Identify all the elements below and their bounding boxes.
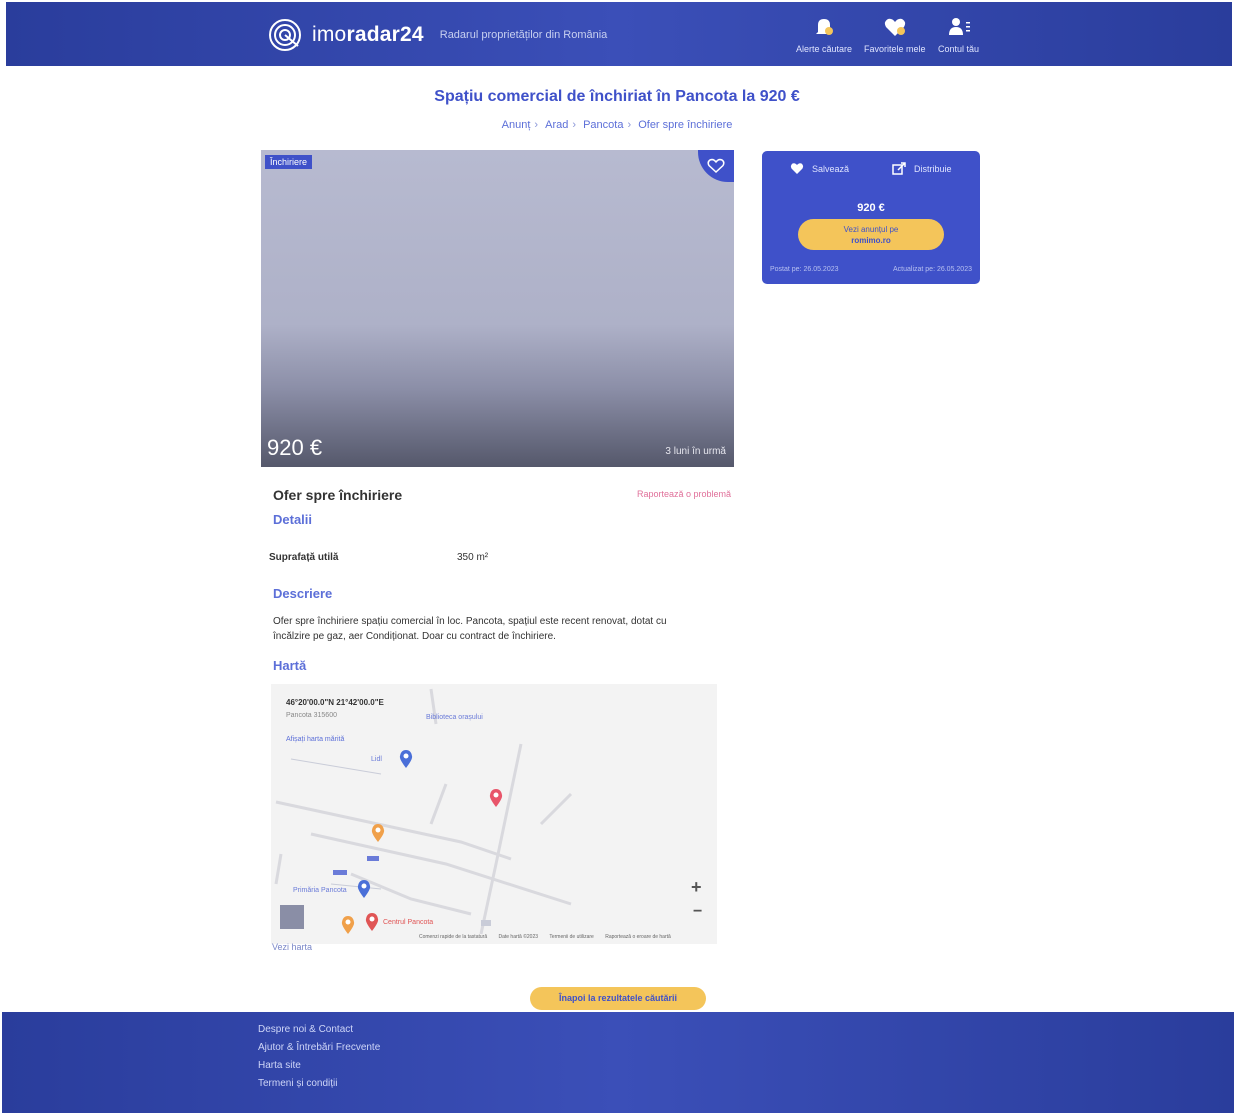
share-button[interactable]: Distribuie (892, 162, 952, 175)
user-icon (948, 18, 970, 35)
favorites-button[interactable]: Favoritele mele (864, 16, 926, 54)
footer-links: Despre noi & Contact Ajutor & Întrebări … (258, 1024, 380, 1096)
map-label-city-hall: Primăria Pancota (293, 887, 347, 894)
posted-time: 3 luni în urmă (665, 446, 726, 457)
spec-label: Suprafață utilă (269, 552, 339, 563)
radar-logo-icon (269, 19, 301, 51)
brand-tagline: Radarul proprietăților din România (439, 29, 608, 41)
breadcrumb-item-city[interactable]: Pancota (583, 119, 623, 131)
page: imoradar24 Radarul proprietăților din Ro… (0, 0, 1234, 1113)
map-heading: Hartă (273, 658, 307, 673)
panel-dates: Postat pe: 26.05.2023 Actualizat pe: 26.… (770, 266, 972, 273)
panel-price: 920 € (857, 202, 885, 214)
breadcrumb-item-county[interactable]: Arad (545, 119, 568, 131)
save-button[interactable]: Salvează (790, 162, 849, 175)
brand-name: imoradar24 (312, 23, 424, 46)
ad-title: Ofer spre închiriere (273, 487, 403, 503)
map-locality: Pancota 315600 (286, 712, 337, 719)
heart-icon (884, 18, 905, 36)
see-map-link[interactable]: Vezi harta (272, 942, 312, 952)
footer-link-about[interactable]: Despre noi & Contact (258, 1024, 380, 1035)
map-type-thumbnail[interactable] (280, 905, 304, 929)
bell-icon (816, 19, 834, 35)
map-label-lidl: Lidl (371, 756, 382, 763)
footer-link-help[interactable]: Ajutor & Întrebări Frecvente (258, 1042, 380, 1053)
center-pin-icon[interactable] (365, 913, 379, 931)
page-title: Spațiu comercial de închiriat în Pancota… (434, 88, 800, 105)
zoom-in-button[interactable]: + (691, 877, 702, 898)
map-label-center: Centrul Pancota (383, 919, 434, 926)
larger-map-link[interactable]: Afișați harta mărită (286, 736, 344, 743)
map-footer-shortcuts[interactable]: Comenzi rapide de la tastatură (419, 934, 487, 940)
map-roads (274, 688, 573, 935)
listing-type-badge: Închiriere (265, 155, 313, 169)
description-text: Ofer spre închiriere spațiu comercial în… (273, 616, 667, 642)
account-button[interactable]: Contul tău (938, 16, 979, 54)
details-heading: Detalii (273, 512, 313, 527)
breadcrumb-item-ad[interactable]: Anunț (502, 119, 531, 131)
location-map[interactable]: 46°20'00.0"N 21°42'00.0"E Pancota 315600… (271, 684, 717, 944)
heart-outline-icon (707, 158, 725, 174)
map-label-library: Biblioteca orașului (426, 714, 483, 721)
place-pin-icon[interactable] (371, 824, 385, 842)
price-panel: Salvează Distribuie 920 € Vezi anunțul p… (762, 151, 980, 284)
view-ad-source-button[interactable]: Vezi anunțul pe romimo.ro (798, 219, 944, 250)
favorite-button[interactable] (698, 150, 734, 182)
search-alerts-button[interactable]: Alerte căutare (796, 16, 852, 54)
date-added: Postat pe: 26.05.2023 (770, 266, 839, 273)
logo[interactable]: imoradar24 Radarul proprietăților din Ro… (268, 18, 607, 52)
food-pin-icon[interactable] (341, 916, 355, 934)
photo-price: 920 € (267, 435, 323, 460)
heart-icon (790, 163, 804, 174)
map-footer-terms[interactable]: Termenii de utilizare (549, 934, 593, 940)
breadcrumb-item-current[interactable]: Ofer spre închiriere (638, 119, 732, 131)
listing-location-pin-icon[interactable] (489, 789, 503, 807)
date-updated: Actualizat pe: 26.05.2023 (892, 266, 972, 273)
shop-pin-icon[interactable] (399, 750, 413, 768)
map-attribution: Comenzi rapide de la tastatură Date hart… (419, 934, 681, 940)
footer-link-terms[interactable]: Termeni și condiții (258, 1078, 380, 1089)
page-footer: Despre noi & Contact Ajutor & Întrebări … (2, 1012, 1234, 1113)
description-heading: Descriere (273, 586, 333, 601)
footer-link-sitemap[interactable]: Harta site (258, 1060, 380, 1071)
map-coordinates: 46°20'00.0"N 21°42'00.0"E (286, 698, 384, 707)
share-icon (892, 162, 906, 175)
listing-photo[interactable]: Închiriere 920 € 3 luni în urmă (261, 150, 734, 467)
back-to-results-button[interactable]: Înapoi la rezultatele căutării (530, 987, 706, 1010)
map-footer-data: Date hartă ©2023 (498, 934, 539, 940)
spec-value: 350 m² (457, 552, 489, 563)
breadcrumb: Anunț › Arad › Pancota › Ofer spre închirie… (501, 119, 733, 131)
top-header: imoradar24 Radarul proprietăților din Ro… (6, 2, 1232, 66)
city-hall-pin-icon[interactable] (357, 880, 371, 898)
report-problem-link[interactable]: Raportează o problemă (637, 489, 731, 499)
zoom-out-button[interactable]: − (693, 903, 702, 921)
map-footer-report[interactable]: Raportează o eroare de hartă (605, 934, 671, 940)
